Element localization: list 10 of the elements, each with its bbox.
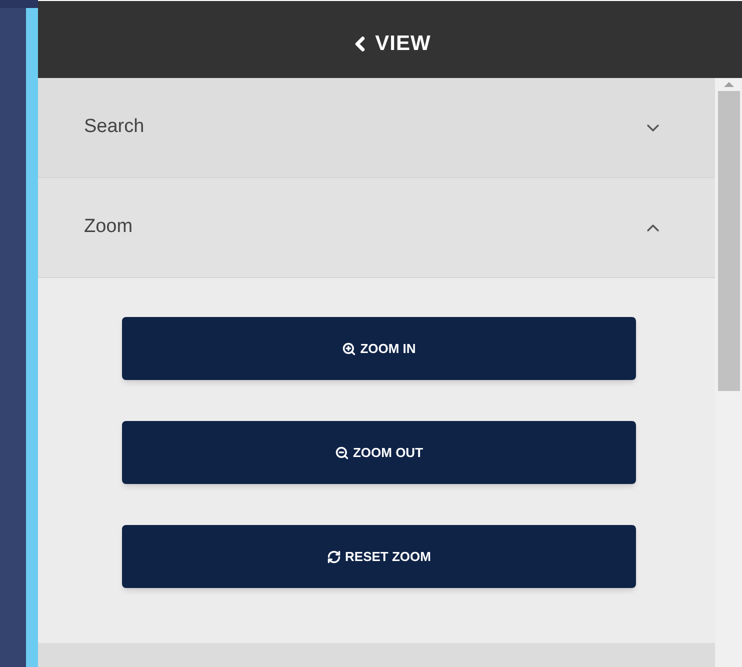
action-button[interactable]: ZOOM IN bbox=[122, 317, 636, 380]
section-header[interactable]: Zoom bbox=[38, 178, 715, 278]
action-button[interactable]: ZOOM OUT bbox=[122, 421, 636, 484]
section-header[interactable]: Search bbox=[38, 78, 715, 178]
refresh-icon bbox=[327, 550, 342, 564]
zoom-out-icon bbox=[334, 446, 349, 460]
scrollbar[interactable] bbox=[715, 78, 742, 667]
back-button[interactable]: VIEW bbox=[349, 28, 431, 60]
zoom-in-icon bbox=[342, 342, 356, 356]
action-button[interactable]: RESET ZOOM bbox=[122, 525, 636, 588]
